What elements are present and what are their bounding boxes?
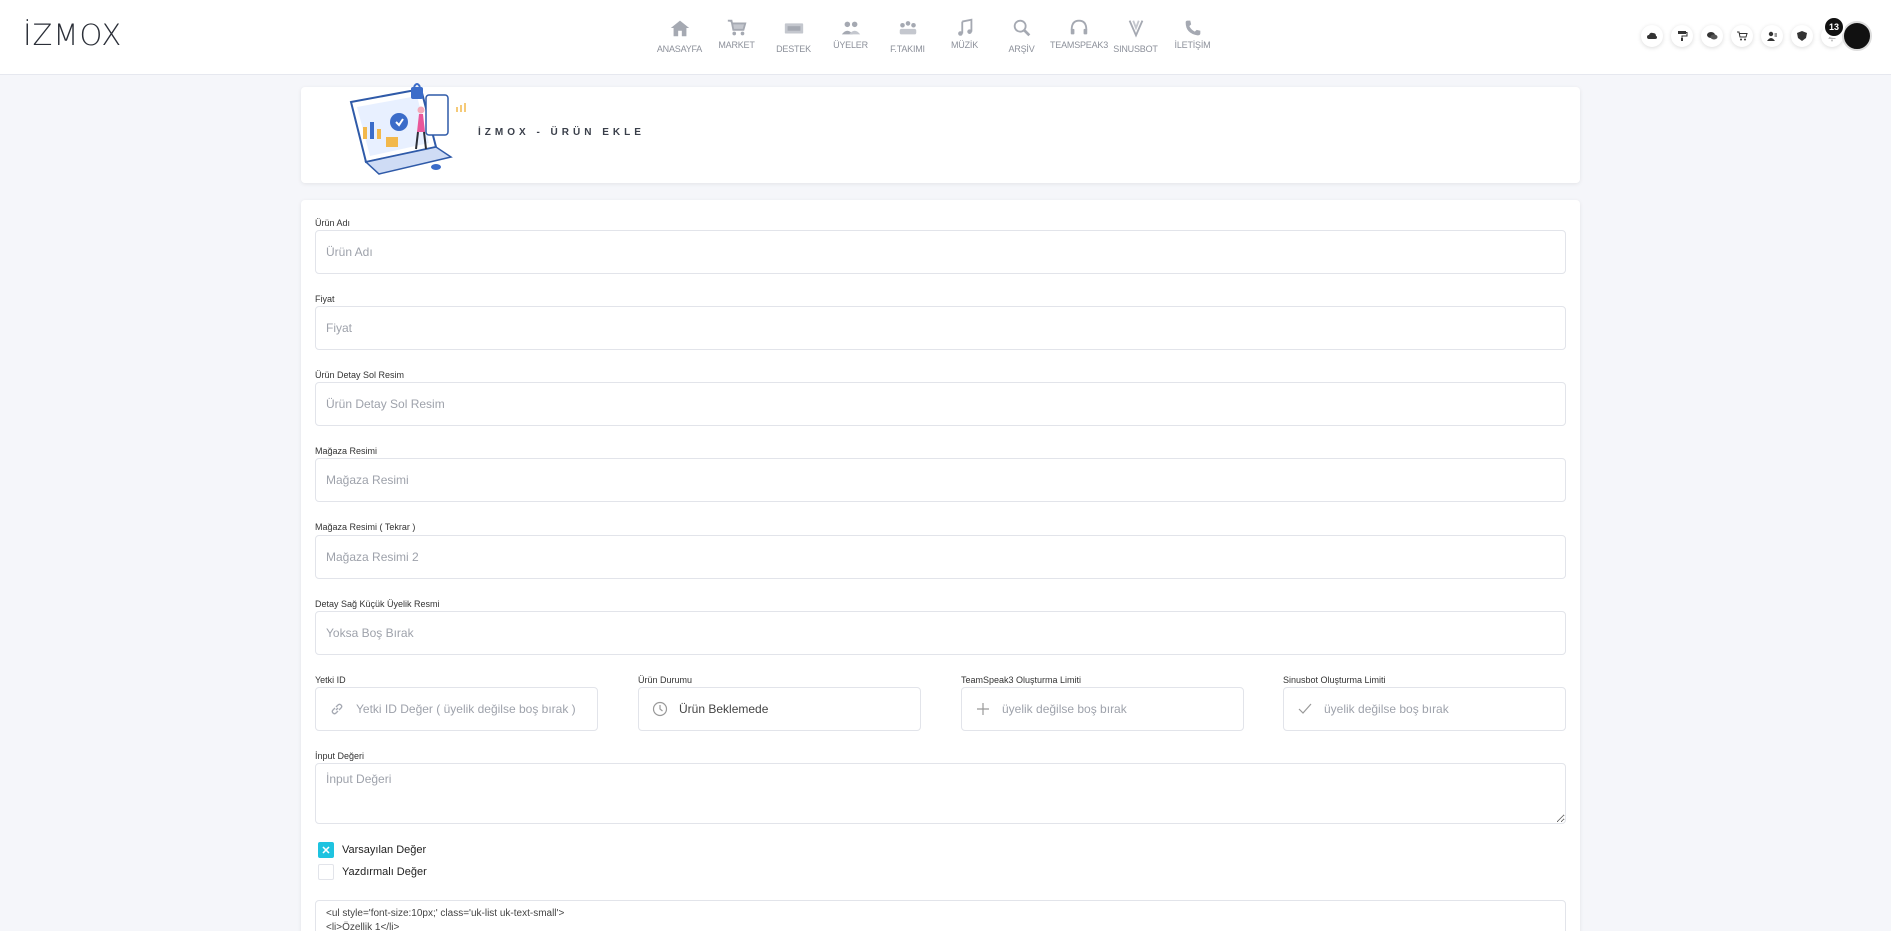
admin-button[interactable] bbox=[1791, 25, 1813, 47]
ts3-limit-input[interactable] bbox=[1002, 688, 1243, 730]
store-image-input[interactable] bbox=[326, 459, 1565, 501]
messages-button[interactable] bbox=[1701, 25, 1723, 47]
printable-value-checkbox[interactable] bbox=[318, 864, 334, 880]
nav-item-arsiv[interactable]: ARŞİV bbox=[993, 16, 1050, 54]
nav-label: ÜYELER bbox=[833, 40, 868, 50]
header-actions bbox=[1641, 25, 1843, 47]
printable-value-label: Yazdırmalı Değer bbox=[342, 866, 427, 878]
printable-value-checkbox-row[interactable]: Yazdırmalı Değer bbox=[318, 864, 427, 880]
default-value-label: Varsayılan Değer bbox=[342, 844, 427, 856]
team-icon bbox=[899, 21, 916, 35]
store-image-repeat-input[interactable] bbox=[326, 536, 1565, 578]
input-value-label: İnput Değeri bbox=[315, 751, 365, 761]
cart-button[interactable] bbox=[1731, 25, 1753, 47]
ticket-icon bbox=[784, 23, 803, 34]
ts3-limit-field[interactable] bbox=[961, 687, 1244, 731]
nav-label: DESTEK bbox=[776, 44, 811, 54]
detail-right-small-field[interactable] bbox=[315, 611, 1566, 655]
main-nav: ANASAYFA MARKET DESTEK ÜYELER F.TAKIMI M… bbox=[651, 16, 1221, 54]
detail-right-small-input[interactable] bbox=[326, 612, 1565, 654]
product-status-label: Ürün Durumu bbox=[638, 675, 693, 685]
store-image-label: Mağaza Resimi bbox=[315, 446, 378, 456]
price-input[interactable] bbox=[326, 307, 1565, 349]
nav-label: MARKET bbox=[718, 40, 755, 50]
headset-icon bbox=[1070, 19, 1087, 35]
input-value-field[interactable] bbox=[315, 763, 1566, 824]
nav-item-teamspeak3[interactable]: TEAMSPEAK3 bbox=[1050, 16, 1109, 50]
nav-item-muzik[interactable]: MÜZİK bbox=[936, 16, 993, 50]
phone-icon bbox=[1185, 20, 1200, 36]
price-label: Fiyat bbox=[315, 294, 335, 304]
store-image-field[interactable] bbox=[315, 458, 1566, 502]
nav-item-iletisim[interactable]: İLETİŞİM bbox=[1164, 16, 1221, 50]
clock-icon bbox=[645, 688, 675, 730]
nav-item-destek[interactable]: DESTEK bbox=[765, 16, 822, 54]
page-banner: İZMOX - ÜRÜN EKLE bbox=[301, 83, 1580, 183]
avatar[interactable] bbox=[1842, 21, 1872, 51]
home-icon bbox=[670, 20, 689, 37]
top-navbar: İZMOX ANASAYFA MARKET DESTEK ÜYELER F.TA… bbox=[0, 0, 1891, 75]
default-value-checkbox[interactable]: ✕ bbox=[318, 842, 334, 858]
sinusbot-limit-field[interactable] bbox=[1283, 687, 1566, 731]
page-title: İZMOX - ÜRÜN EKLE bbox=[478, 127, 645, 138]
nav-label: F.TAKIMI bbox=[890, 44, 925, 54]
store-image-repeat-field[interactable] bbox=[315, 535, 1566, 579]
detail-right-small-label: Detay Sağ Küçük Üyelik Resmi bbox=[315, 599, 440, 609]
input-value-textarea[interactable] bbox=[316, 764, 1565, 823]
search-icon bbox=[1013, 19, 1030, 37]
cloud-button[interactable] bbox=[1641, 25, 1663, 47]
detail-left-image-field[interactable] bbox=[315, 382, 1566, 426]
store-image-repeat-label: Mağaza Resimi ( Tekrar ) bbox=[315, 522, 416, 532]
notification-badge: 13 bbox=[1823, 16, 1845, 38]
nav-label: MÜZİK bbox=[951, 40, 978, 50]
product-status-value: Ürün Beklemede bbox=[679, 702, 769, 716]
check-icon bbox=[1290, 688, 1320, 730]
profile-button[interactable] bbox=[1761, 25, 1783, 47]
cart-icon bbox=[1737, 31, 1748, 41]
ts3-limit-label: TeamSpeak3 Oluşturma Limiti bbox=[961, 675, 1082, 685]
permission-id-label: Yetki ID bbox=[315, 675, 346, 685]
product-name-input[interactable] bbox=[326, 231, 1565, 273]
theme-button[interactable] bbox=[1671, 25, 1693, 47]
nav-item-market[interactable]: MARKET bbox=[708, 16, 765, 50]
paint-roller-icon bbox=[1678, 31, 1688, 41]
default-value-checkbox-row[interactable]: ✕ Varsayılan Değer bbox=[318, 842, 426, 858]
users-icon bbox=[841, 21, 860, 35]
nav-label: İLETİŞİM bbox=[1174, 40, 1211, 50]
price-field[interactable] bbox=[315, 306, 1566, 350]
nav-label: TEAMSPEAK3 bbox=[1050, 40, 1109, 50]
plus-icon bbox=[968, 688, 998, 730]
nav-label: ANASAYFA bbox=[656, 44, 703, 54]
laptop-security-illustration bbox=[349, 83, 466, 175]
nav-item-sinusbot[interactable]: SINUSBOT bbox=[1107, 16, 1164, 54]
product-name-label: Ürün Adı bbox=[315, 218, 351, 228]
description-code-field[interactable]: <ul style='font-size:10px;' class='uk-li… bbox=[315, 900, 1566, 931]
product-name-field[interactable] bbox=[315, 230, 1566, 274]
nav-item-ftakimi[interactable]: F.TAKIMI bbox=[879, 16, 936, 54]
nav-item-anasayfa[interactable]: ANASAYFA bbox=[651, 16, 708, 54]
user-icon bbox=[1767, 31, 1777, 41]
nav-label: SINUSBOT bbox=[1113, 44, 1158, 54]
link-icon bbox=[322, 688, 352, 730]
sinusbot-icon bbox=[1128, 20, 1143, 38]
shield-icon bbox=[1797, 31, 1807, 41]
nav-label: ARŞİV bbox=[1008, 44, 1035, 54]
sinusbot-limit-label: Sinusbot Oluşturma Limiti bbox=[1283, 675, 1386, 685]
site-logo[interactable]: İZMOX bbox=[23, 18, 122, 52]
cart-icon bbox=[727, 19, 746, 36]
permission-id-input[interactable] bbox=[356, 688, 597, 730]
product-status-select[interactable]: Ürün Beklemede bbox=[638, 687, 921, 731]
music-icon bbox=[957, 18, 972, 36]
permission-id-field[interactable] bbox=[315, 687, 598, 731]
cloud-icon bbox=[1647, 32, 1657, 39]
sinusbot-limit-input[interactable] bbox=[1324, 688, 1565, 730]
code-line: <ul style='font-size:10px;' class='uk-li… bbox=[326, 908, 565, 919]
detail-left-image-label: Ürün Detay Sol Resim bbox=[315, 370, 405, 380]
chat-icon bbox=[1707, 32, 1718, 40]
nav-item-uyeler[interactable]: ÜYELER bbox=[822, 16, 879, 50]
code-line: <li>Özellik 1</li> bbox=[326, 922, 400, 931]
detail-left-image-input[interactable] bbox=[326, 383, 1565, 425]
